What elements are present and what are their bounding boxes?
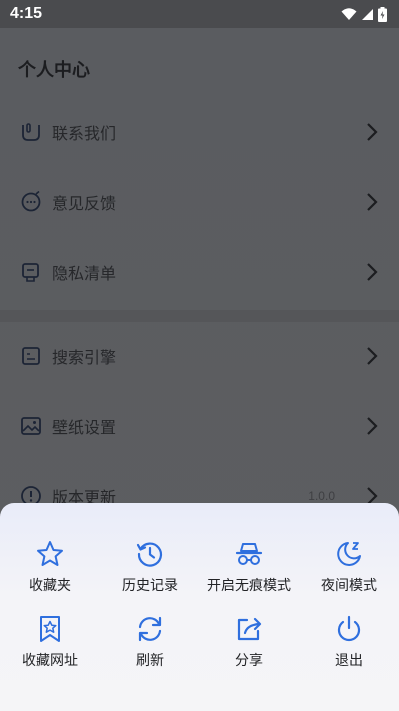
sheet-item-incognito[interactable]: 开启无痕模式 [199, 539, 299, 603]
menu-item-wallpaper[interactable]: 壁纸设置 [0, 406, 399, 446]
chevron-right-icon [367, 193, 378, 211]
chevron-right-icon [367, 123, 378, 141]
menu-item-contact-us[interactable]: 联系我们 [0, 112, 399, 152]
bottom-sheet-menu: 收藏夹 历史记录 开启无痕模式 夜间模式 收藏网址 刷新 分享 退出 [0, 503, 399, 711]
chevron-right-icon [367, 417, 378, 435]
battery-charging-icon [378, 6, 387, 22]
sheet-item-label: 分享 [235, 653, 263, 669]
headset-icon [22, 123, 40, 141]
sheet-item-exit[interactable]: 退出 [299, 614, 399, 678]
history-icon [136, 542, 163, 567]
bookmark-star-icon [40, 616, 60, 642]
feedback-chat-icon [21, 191, 41, 212]
chevron-right-icon [367, 263, 378, 281]
menu-item-feedback[interactable]: 意见反馈 [0, 182, 399, 222]
cellular-signal-icon [362, 8, 373, 20]
sheet-item-label: 开启无痕模式 [207, 578, 291, 594]
refresh-icon [138, 616, 162, 642]
sheet-item-label: 刷新 [136, 653, 164, 669]
sheet-item-night-mode[interactable]: 夜间模式 [299, 539, 399, 603]
wallpaper-icon [21, 417, 41, 435]
menu-item-label: 联系我们 [52, 124, 117, 143]
menu-item-label: 意见反馈 [52, 194, 117, 213]
wifi-icon [341, 8, 357, 20]
sheet-item-label: 收藏网址 [22, 653, 78, 669]
section-divider [0, 310, 399, 322]
search-engine-icon [22, 347, 40, 365]
sheet-item-refresh[interactable]: 刷新 [100, 614, 200, 678]
sheet-item-label: 历史记录 [122, 578, 178, 594]
incognito-icon [235, 543, 263, 565]
status-time: 4:15 [10, 5, 43, 22]
sheet-item-favorites[interactable]: 收藏夹 [0, 539, 100, 603]
menu-item-label: 隐私清单 [52, 264, 117, 283]
privacy-list-icon [22, 263, 39, 282]
sheet-item-bookmark-url[interactable]: 收藏网址 [0, 614, 100, 678]
status-bar: 4:15 [0, 0, 399, 28]
power-icon [337, 615, 361, 642]
sheet-item-label: 收藏夹 [29, 578, 71, 594]
sheet-item-share[interactable]: 分享 [199, 614, 299, 678]
chevron-right-icon [367, 347, 378, 365]
menu-item-search-engine[interactable]: 搜索引擎 [0, 336, 399, 376]
sheet-item-history[interactable]: 历史记录 [100, 539, 200, 603]
version-number: 1.0.0 [308, 489, 335, 503]
star-icon [37, 541, 63, 566]
sheet-item-label: 退出 [335, 653, 363, 669]
share-icon [237, 617, 262, 641]
status-icons [341, 6, 387, 22]
sheet-item-label: 夜间模式 [321, 578, 377, 594]
menu-item-privacy-list[interactable]: 隐私清单 [0, 252, 399, 292]
menu-item-label: 壁纸设置 [52, 418, 117, 437]
menu-item-label: 搜索引擎 [52, 348, 117, 367]
page-title: 个人中心 [18, 60, 90, 81]
moon-icon [337, 542, 361, 566]
